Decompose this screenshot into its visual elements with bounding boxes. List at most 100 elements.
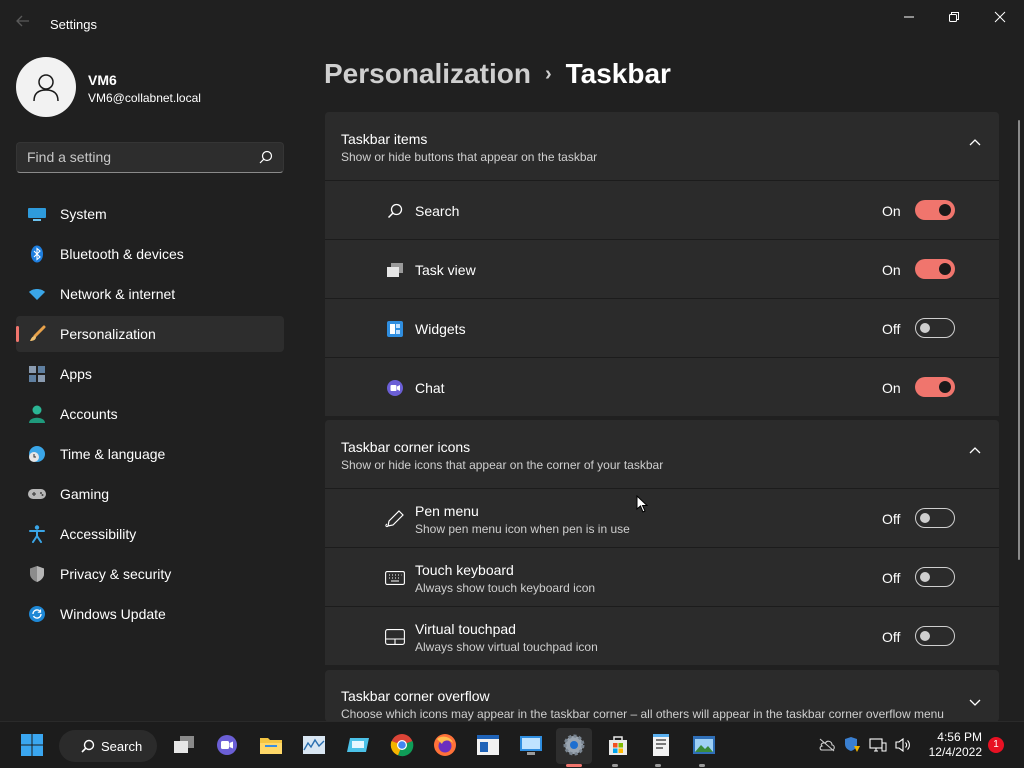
restore-icon <box>949 12 959 22</box>
breadcrumb-parent[interactable]: Personalization <box>324 58 531 89</box>
corner-icons-header[interactable]: Taskbar corner icons Show or hide icons … <box>325 420 999 488</box>
chevron-up-icon[interactable] <box>969 446 981 454</box>
mouse-cursor-icon <box>636 495 648 513</box>
touch-keyboard-toggle[interactable] <box>915 567 955 587</box>
keyboard-icon <box>384 567 406 589</box>
document-window-icon <box>477 735 499 755</box>
close-button[interactable] <box>978 4 1022 30</box>
task-view-toggle[interactable] <box>915 259 955 279</box>
clock[interactable]: 4:56 PM 12/4/2022 <box>922 730 982 760</box>
sidebar-item-label: Privacy & security <box>60 566 172 582</box>
minimize-button[interactable] <box>887 4 931 30</box>
pen-icon <box>384 508 406 530</box>
toggle-state-label: On <box>882 203 901 219</box>
folder-icon <box>260 738 282 754</box>
breadcrumb-separator: › <box>544 63 552 85</box>
restore-button[interactable] <box>932 4 976 30</box>
back-arrow-icon[interactable] <box>10 12 36 36</box>
sidebar-item-accounts[interactable]: Accounts <box>16 396 284 432</box>
taskbar-search-button[interactable]: Search <box>59 730 157 762</box>
gamepad-icon <box>27 484 47 504</box>
sidebar-item-label: Accounts <box>60 406 118 422</box>
performance-monitor-button[interactable] <box>301 732 327 758</box>
chat-button[interactable] <box>214 732 240 758</box>
profile-email: VM6@collabnet.local <box>88 91 201 105</box>
scrollbar[interactable] <box>1018 120 1020 560</box>
sidebar-item-system[interactable]: System <box>16 196 284 232</box>
widgets-toggle[interactable] <box>915 318 955 338</box>
app-button[interactable] <box>345 732 371 758</box>
chevron-up-icon[interactable] <box>969 138 981 146</box>
profile-name: VM6 <box>88 72 117 88</box>
row-label: Task view <box>415 262 476 278</box>
sidebar-item-bluetooth[interactable]: Bluetooth & devices <box>16 236 284 272</box>
settings-button[interactable] <box>561 732 587 758</box>
group-subtitle: Show or hide buttons that appear on the … <box>341 150 598 164</box>
breadcrumb: Personalization › Taskbar <box>324 58 671 90</box>
search-input[interactable] <box>27 149 247 165</box>
notification-badge[interactable]: 1 <box>988 737 1004 753</box>
sidebar-item-accessibility[interactable]: Accessibility <box>16 516 284 552</box>
notepad-button[interactable] <box>648 732 674 758</box>
task-view-button[interactable] <box>171 732 197 758</box>
setting-row-chat: Chat On <box>325 357 999 416</box>
chevron-down-icon[interactable] <box>969 699 981 707</box>
corner-overflow-header[interactable]: Taskbar corner overflow Choose which ico… <box>325 670 999 722</box>
group-title: Taskbar corner overflow <box>341 688 490 704</box>
taskbar-items-header[interactable]: Taskbar items Show or hide buttons that … <box>325 112 999 180</box>
row-label: Widgets <box>415 321 466 337</box>
onedrive-tray-button[interactable] <box>817 732 837 758</box>
sidebar-item-network[interactable]: Network & internet <box>16 276 284 312</box>
notepad-icon <box>653 734 669 756</box>
firefox-icon <box>434 734 456 756</box>
network-tray-button[interactable] <box>868 732 888 758</box>
sidebar-item-time-language[interactable]: Time & language <box>16 436 284 472</box>
apps-icon <box>27 364 47 384</box>
sidebar-item-privacy-security[interactable]: Privacy & security <box>16 556 284 592</box>
sidebar-item-label: System <box>60 206 107 222</box>
group-subtitle: Show or hide icons that appear on the co… <box>341 458 664 472</box>
person-icon <box>33 74 59 102</box>
app-window-button[interactable] <box>475 732 501 758</box>
toggle-state-label: On <box>882 262 901 278</box>
sidebar-item-label: Network & internet <box>60 286 176 302</box>
firefox-button[interactable] <box>432 732 458 758</box>
sidebar-item-personalization[interactable]: Personalization <box>16 316 284 352</box>
volume-tray-button[interactable] <box>893 732 913 758</box>
search-box[interactable] <box>16 142 284 173</box>
update-icon <box>27 604 47 624</box>
sidebar-item-apps[interactable]: Apps <box>16 356 284 392</box>
start-button[interactable] <box>19 732 45 758</box>
chat-toggle[interactable] <box>915 377 955 397</box>
sidebar-item-label: Personalization <box>60 326 156 342</box>
remote-desktop-button[interactable] <box>518 732 544 758</box>
taskbar-items-group: Taskbar items Show or hide buttons that … <box>325 112 999 416</box>
file-explorer-button[interactable] <box>258 732 284 758</box>
row-description: Always show touch keyboard icon <box>415 581 596 595</box>
setting-row-touch-keyboard: Touch keyboard Always show touch keyboar… <box>325 547 999 606</box>
chrome-button[interactable] <box>389 732 415 758</box>
security-tray-button[interactable] <box>842 732 862 758</box>
chat-icon <box>217 735 237 755</box>
sidebar-item-gaming[interactable]: Gaming <box>16 476 284 512</box>
setting-row-widgets: Widgets Off <box>325 298 999 357</box>
minimize-icon <box>904 16 914 18</box>
pen-menu-toggle[interactable] <box>915 508 955 528</box>
running-indicator <box>699 764 705 767</box>
corner-overflow-group[interactable]: Taskbar corner overflow Choose which ico… <box>325 670 999 722</box>
cloud-off-icon <box>819 738 835 752</box>
search-toggle[interactable] <box>915 200 955 220</box>
speaker-icon <box>895 737 910 753</box>
search-icon[interactable] <box>259 150 273 169</box>
toggle-state-label: Off <box>882 321 901 337</box>
virtual-touchpad-toggle[interactable] <box>915 626 955 646</box>
sidebar-item-windows-update[interactable]: Windows Update <box>16 596 284 632</box>
toggle-state-label: Off <box>882 629 901 645</box>
shield-icon <box>27 564 47 584</box>
chart-app-icon <box>303 736 325 754</box>
group-subtitle: Choose which icons may appear in the tas… <box>341 707 944 721</box>
image-viewer-button[interactable] <box>691 732 717 758</box>
sidebar-item-label: Accessibility <box>60 526 137 542</box>
store-button[interactable] <box>605 732 631 758</box>
avatar[interactable] <box>16 57 76 117</box>
